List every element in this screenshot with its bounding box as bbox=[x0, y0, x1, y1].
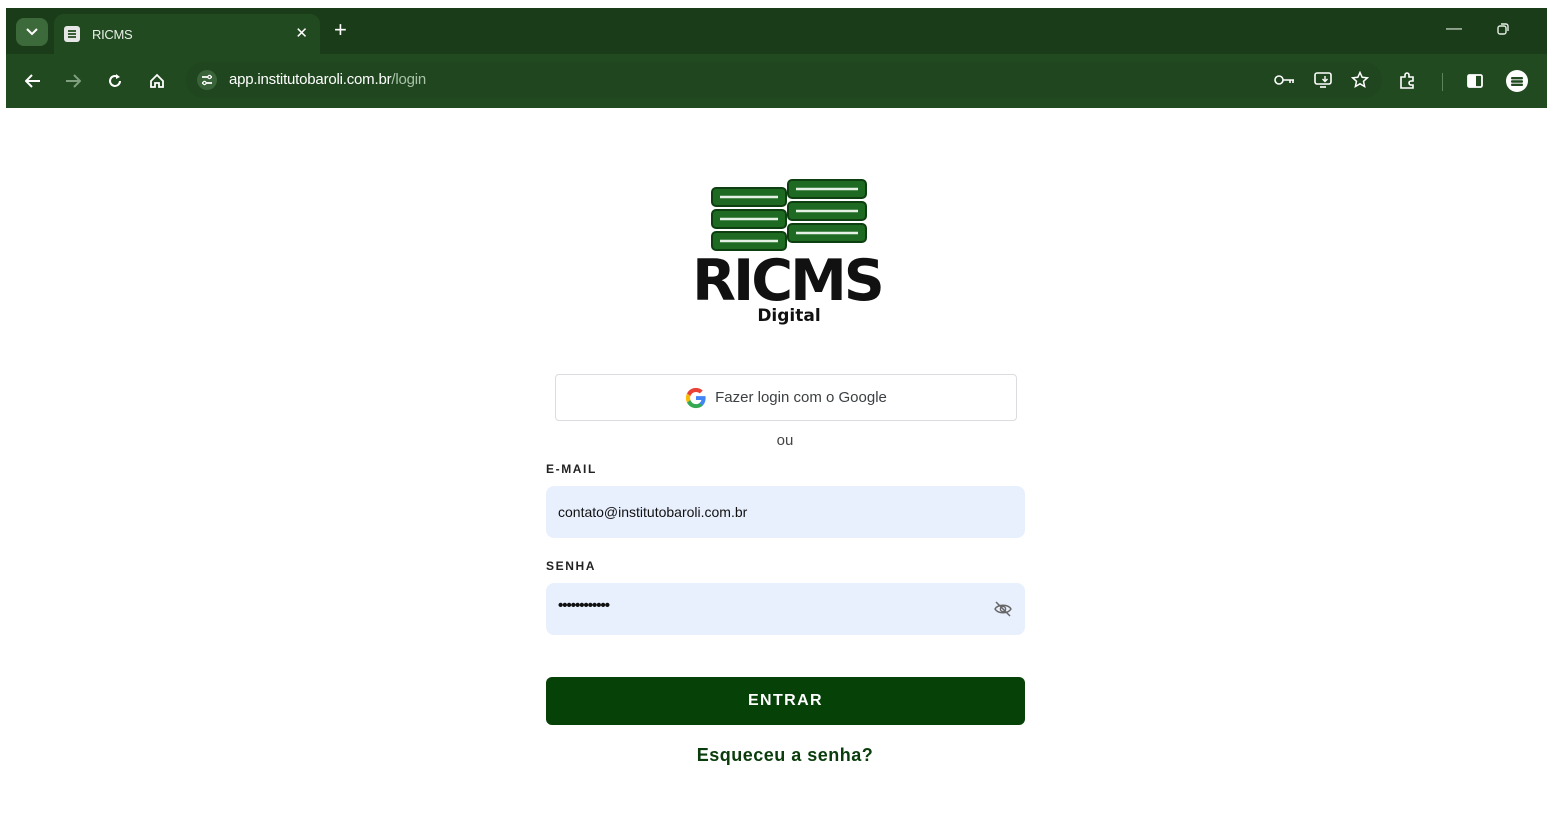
email-field[interactable]: contato@institutobaroli.com.br bbox=[546, 486, 1025, 538]
logo-title: RICMS bbox=[692, 248, 885, 314]
new-tab-icon[interactable]: + bbox=[334, 18, 347, 42]
login-button[interactable]: ENTRAR bbox=[546, 677, 1025, 725]
password-value: •••••••••••• bbox=[558, 597, 610, 614]
google-g-icon bbox=[686, 387, 706, 408]
tab-search-icon[interactable] bbox=[16, 18, 48, 46]
ricms-logo: RICMS Digital bbox=[680, 178, 894, 330]
url-text[interactable]: app.institutobaroli.com.br/login bbox=[229, 71, 426, 88]
password-key-icon[interactable] bbox=[1274, 70, 1296, 90]
address-bar[interactable]: app.institutobaroli.com.br/login bbox=[186, 62, 1382, 98]
tab-ricms[interactable]: RICMS ✕ bbox=[54, 14, 320, 54]
tab-title: RICMS bbox=[92, 26, 133, 42]
logo-mark-icon bbox=[711, 179, 867, 251]
google-login-label: Fazer login com o Google bbox=[715, 389, 887, 406]
email-value: contato@institutobaroli.com.br bbox=[558, 504, 748, 520]
restore-icon[interactable] bbox=[1496, 22, 1510, 41]
password-field[interactable]: •••••••••••• bbox=[546, 583, 1025, 635]
eye-off-icon[interactable] bbox=[993, 600, 1013, 618]
browser-chrome: RICMS ✕ + — app.institutobaroli.com.br/l… bbox=[6, 8, 1547, 108]
site-info-icon[interactable] bbox=[196, 70, 218, 90]
logo-subtitle: Digital bbox=[757, 306, 821, 326]
toolbar: app.institutobaroli.com.br/login bbox=[6, 54, 1547, 108]
install-app-icon[interactable] bbox=[1312, 70, 1334, 90]
login-button-label: ENTRAR bbox=[747, 692, 824, 709]
star-icon[interactable] bbox=[1349, 70, 1371, 90]
toolbar-separator bbox=[1442, 73, 1443, 91]
forgot-password-link[interactable]: Esqueceu a senha? bbox=[0, 745, 1547, 766]
close-icon[interactable]: ✕ bbox=[295, 26, 308, 41]
reload-icon[interactable] bbox=[104, 70, 126, 92]
google-login-button[interactable]: Fazer login com o Google bbox=[555, 374, 1017, 421]
separator-text: ou bbox=[776, 432, 794, 449]
back-arrow-icon[interactable] bbox=[22, 70, 44, 92]
side-panel-icon[interactable] bbox=[1464, 70, 1486, 92]
tab-strip: RICMS ✕ + — bbox=[6, 8, 1547, 54]
profile-avatar-icon[interactable] bbox=[1506, 70, 1528, 92]
favicon-icon bbox=[64, 26, 80, 42]
url-path: /login bbox=[391, 71, 427, 88]
minimize-icon[interactable]: — bbox=[1446, 20, 1462, 38]
home-icon[interactable] bbox=[146, 70, 168, 92]
password-label: SENHA bbox=[546, 559, 597, 573]
forward-arrow-icon[interactable] bbox=[62, 70, 84, 92]
email-label: E-MAIL bbox=[546, 462, 597, 476]
url-host: app.institutobaroli.com.br bbox=[229, 71, 392, 88]
extensions-icon[interactable] bbox=[1396, 70, 1418, 92]
